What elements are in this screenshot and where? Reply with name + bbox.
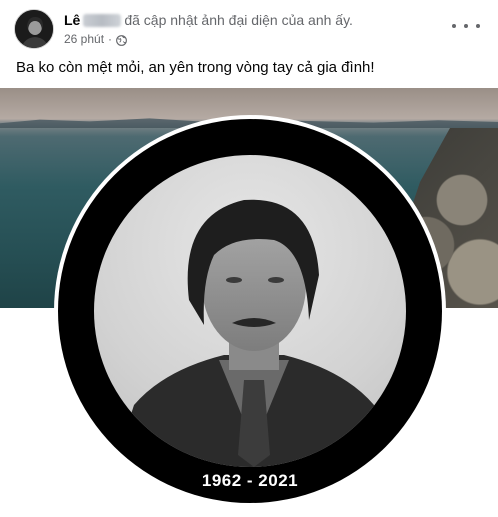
meta-separator: · <box>108 32 113 46</box>
post-timestamp[interactable]: 26 phút <box>64 31 104 47</box>
profile-photo <box>94 155 406 467</box>
author-name[interactable]: Lê <box>64 12 80 28</box>
memorial-dates: 1962 - 2021 <box>201 471 299 490</box>
globe-icon[interactable] <box>116 34 127 46</box>
post-action-text: đã cập nhật ảnh đại diện của anh ấy. <box>124 12 353 28</box>
author-avatar[interactable] <box>14 9 54 49</box>
post-meta: 26 phút · <box>64 31 127 47</box>
blurred-name <box>83 14 122 27</box>
post-header: Lê đã cập nhật ảnh đại diện của anh ấy. 2… <box>0 0 498 56</box>
post-author-line: Lê đã cập nhật ảnh đại diện của anh ấy. <box>64 11 353 29</box>
post-text: Ba ko còn mệt mỏi, an yên trong vòng tay… <box>16 59 375 76</box>
profile-photo-frame[interactable]: 1962 - 2021 <box>58 119 442 503</box>
more-options-icon[interactable] <box>452 16 480 36</box>
